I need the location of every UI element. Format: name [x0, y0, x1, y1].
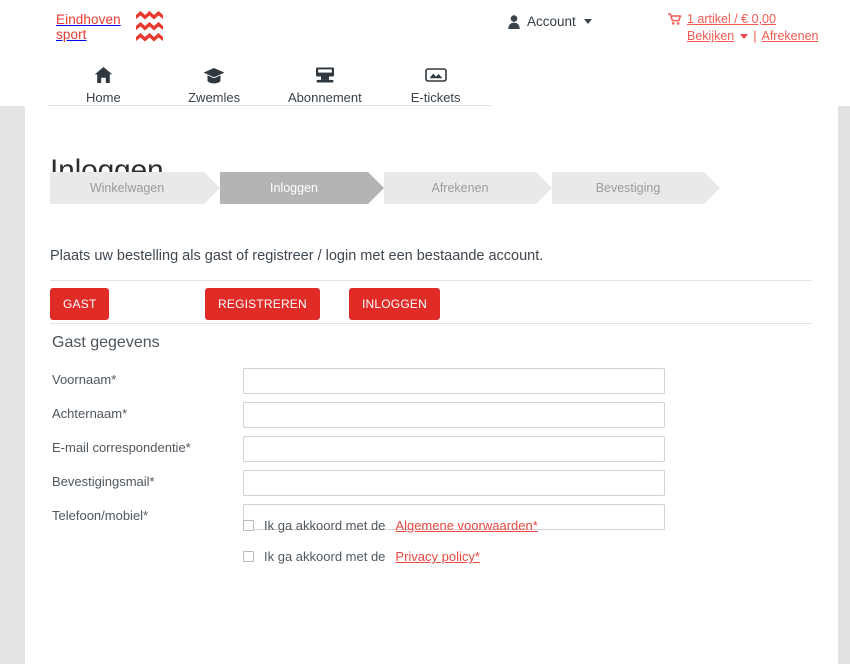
main-navigation: Home Zwemles Abonnement E-tickets — [48, 60, 491, 106]
section-title: Gast gegevens — [52, 334, 160, 351]
guest-form: Voornaam* Achternaam* E-mail corresponde… — [0, 368, 838, 538]
consent-row-privacy: Ik ga akkoord met de Privacy policy* — [243, 549, 850, 564]
chevron-down-icon[interactable] — [740, 33, 749, 39]
label-bevestigingsmail: Bevestigingsmail* — [52, 474, 155, 489]
consent-row-terms: Ik ga akkoord met de Algemene voorwaarde… — [243, 518, 850, 533]
step-inloggen[interactable]: Inloggen — [220, 172, 384, 204]
step-label: Inloggen — [270, 181, 318, 195]
link-privacy-policy[interactable]: Privacy policy* — [395, 549, 480, 564]
consent-text: Ik ga akkoord met de — [264, 549, 386, 564]
form-row-bevestigingsmail: Bevestigingsmail* — [0, 470, 838, 498]
cart-actions: Bekijken | Afrekenen — [668, 29, 828, 43]
cart-total-link[interactable]: 1 artikel / € 0,00 — [687, 12, 776, 26]
cart-summary: 1 artikel / € 0,00 Bekijken | Afrekenen — [668, 12, 828, 43]
tab-inloggen[interactable]: INLOGGEN — [349, 288, 440, 320]
chevron-down-icon — [583, 19, 592, 24]
site-header: Eindhoven sport Account 1 artikel / € 0,… — [0, 0, 838, 106]
step-bevestiging[interactable]: Bevestiging — [552, 172, 720, 204]
input-email[interactable] — [243, 436, 665, 462]
account-menu[interactable]: Account — [508, 14, 592, 29]
step-label: Bevestiging — [595, 181, 661, 195]
nav-label: Zwemles — [188, 90, 241, 105]
nav-item-etickets[interactable]: E-tickets — [380, 60, 491, 105]
checkbox-privacy-policy[interactable] — [243, 551, 254, 562]
nav-label: E-tickets — [410, 90, 461, 105]
input-voornaam[interactable] — [243, 368, 665, 394]
checkbox-algemene-voorwaarden[interactable] — [243, 520, 254, 531]
ticket-image-icon — [424, 65, 447, 85]
checkout-steps: Winkelwagen Inloggen Afrekenen Bevestigi… — [50, 172, 720, 204]
home-icon — [94, 65, 113, 85]
link-algemene-voorwaarden[interactable]: Algemene voorwaarden* — [395, 518, 537, 533]
cart-view-link[interactable]: Bekijken — [687, 29, 734, 43]
step-winkelwagen[interactable]: Winkelwagen — [50, 172, 220, 204]
consent-text: Ik ga akkoord met de — [264, 518, 386, 533]
intro-text: Plaats uw bestelling als gast of registr… — [50, 248, 544, 264]
nav-item-abonnement[interactable]: Abonnement — [270, 60, 381, 105]
tab-gast[interactable]: GAST — [50, 288, 110, 320]
page-root: Eindhoven sport Account 1 artikel / € 0,… — [0, 0, 850, 664]
cart-checkout-link[interactable]: Afrekenen — [762, 29, 819, 43]
input-bevestigingsmail[interactable] — [243, 470, 665, 496]
graduation-cap-icon — [203, 65, 225, 85]
label-voornaam: Voornaam* — [52, 372, 117, 387]
nav-label: Abonnement — [288, 90, 362, 105]
divider-top — [50, 280, 812, 281]
consent-group: Ik ga akkoord met de Algemene voorwaarde… — [0, 518, 838, 580]
divider-bottom — [50, 323, 812, 324]
cart-separator: | — [753, 29, 757, 43]
label-email: E-mail correspondentie* — [52, 440, 191, 455]
nav-label: Home — [86, 90, 121, 105]
cart-total-row[interactable]: 1 artikel / € 0,00 — [668, 12, 828, 26]
label-achternaam: Achternaam* — [52, 406, 128, 421]
form-row-email: E-mail correspondentie* — [0, 436, 838, 464]
nav-item-zwemles[interactable]: Zwemles — [159, 60, 270, 105]
step-label: Afrekenen — [431, 181, 489, 195]
account-label: Account — [527, 14, 576, 29]
tab-registreren[interactable]: REGISTREREN — [205, 288, 320, 320]
step-label: Winkelwagen — [89, 181, 165, 195]
brand-name: Eindhoven sport — [56, 12, 121, 42]
wave-mark-icon — [135, 10, 165, 44]
step-afrekenen[interactable]: Afrekenen — [384, 172, 552, 204]
person-icon — [508, 14, 520, 29]
shopping-cart-icon — [668, 13, 682, 25]
nav-item-home[interactable]: Home — [48, 60, 159, 105]
form-row-voornaam: Voornaam* — [0, 368, 838, 396]
form-row-achternaam: Achternaam* — [0, 402, 838, 430]
input-achternaam[interactable] — [243, 402, 665, 428]
card-terminal-icon — [315, 65, 335, 85]
brand-logo[interactable]: Eindhoven sport — [56, 10, 165, 44]
page-gutter-right — [838, 106, 850, 664]
